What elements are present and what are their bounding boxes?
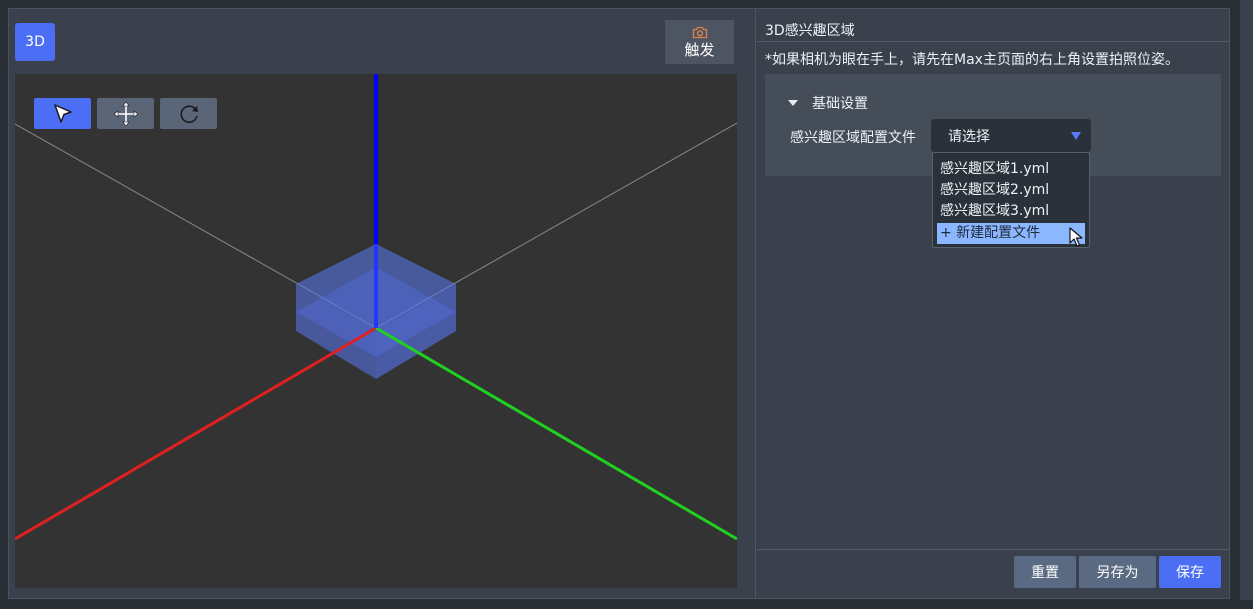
panel-divider	[755, 8, 756, 599]
section-title: 基础设置	[812, 96, 868, 112]
footer-divider	[757, 549, 1229, 550]
cursor-arrow-icon	[53, 103, 72, 123]
right-edge	[1240, 0, 1253, 609]
rotate-icon	[179, 104, 198, 123]
save-button[interactable]: 保存	[1159, 556, 1221, 588]
3d-viewport[interactable]	[15, 74, 737, 588]
3d-scene	[15, 74, 737, 541]
select-value: 请选择	[948, 128, 990, 145]
basic-settings-header[interactable]: 基础设置	[788, 93, 868, 113]
panel-title: 3D感兴趣区域	[765, 23, 855, 39]
rotate-tool[interactable]	[160, 98, 217, 129]
title-divider	[757, 41, 1229, 42]
x-axis	[15, 326, 377, 541]
save-as-button[interactable]: 另存为	[1079, 556, 1156, 588]
y-axis	[375, 326, 737, 541]
new-config-option[interactable]: + 新建配置文件	[937, 223, 1085, 244]
hand-eye-note: *如果相机为眼在手上，请先在Max主页面的右上角设置拍照位姿。	[765, 52, 1179, 68]
bottom-edge	[0, 600, 1253, 609]
camera-icon	[692, 26, 707, 39]
mouse-cursor-icon	[1069, 227, 1083, 247]
move-arrows-icon	[113, 101, 138, 126]
select-tool[interactable]	[34, 98, 91, 129]
dropdown-option[interactable]: 感兴趣区域2.yml	[940, 179, 1049, 199]
roi-config-label: 感兴趣区域配置文件	[790, 130, 916, 146]
roi-config-select[interactable]: 请选择	[931, 119, 1091, 152]
move-tool[interactable]	[97, 98, 154, 129]
reset-button[interactable]: 重置	[1014, 556, 1076, 588]
trigger-label: 触发	[684, 41, 715, 59]
dropdown-option[interactable]: 感兴趣区域3.yml	[940, 200, 1049, 220]
dropdown-arrow-icon	[1071, 131, 1081, 140]
trigger-button[interactable]: 触发	[665, 20, 734, 64]
collapse-triangle-icon	[788, 100, 798, 106]
mode-3d-button[interactable]: 3D	[15, 23, 55, 61]
mode-3d-label: 3D	[25, 34, 45, 50]
roi-config-dropdown: 感兴趣区域1.yml 感兴趣区域2.yml 感兴趣区域3.yml + 新建配置文…	[932, 152, 1090, 248]
dropdown-option[interactable]: 感兴趣区域1.yml	[940, 158, 1049, 178]
